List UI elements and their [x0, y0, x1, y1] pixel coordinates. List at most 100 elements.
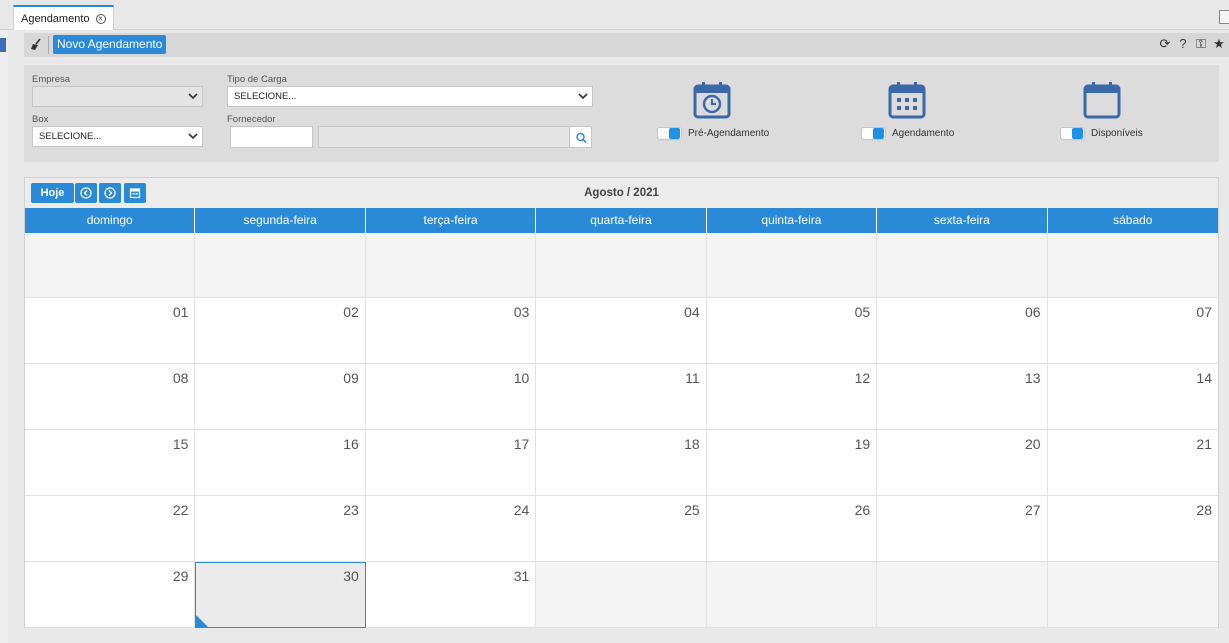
broom-icon[interactable] [30, 38, 42, 52]
calendar-header: Agosto / 2021 Hoje [25, 178, 1218, 208]
day-cell[interactable]: 23 [195, 496, 366, 562]
day-cell[interactable] [1047, 562, 1218, 628]
day-cell[interactable] [195, 233, 366, 298]
day-cell[interactable] [877, 562, 1048, 628]
disponiveis-toggle[interactable] [1060, 127, 1085, 140]
day-cell[interactable]: 21 [1047, 430, 1218, 496]
toolbar: Novo Agendamento ⟳ ? ⚿ ★ [24, 33, 1229, 57]
day-cell[interactable]: 29 [25, 562, 196, 628]
day-number: 20 [1024, 436, 1041, 452]
legend-label: Agendamento [892, 128, 955, 139]
day-number: 14 [1196, 370, 1212, 386]
day-cell[interactable]: 25 [536, 496, 707, 562]
calendar-picker-button[interactable] [124, 183, 146, 203]
day-number: 11 [685, 370, 700, 386]
side-menu-marker[interactable] [0, 38, 6, 52]
day-number: 26 [854, 502, 871, 518]
day-cell[interactable] [25, 233, 196, 298]
day-cell[interactable]: 15 [25, 430, 196, 496]
day-cell[interactable]: 11 [536, 364, 707, 430]
day-cell[interactable]: 17 [365, 430, 537, 496]
day-number: 03 [513, 304, 530, 320]
weekday-label: domingo [25, 208, 196, 233]
day-number: 21 [1196, 436, 1212, 452]
next-month-button[interactable] [99, 183, 121, 203]
day-cell[interactable]: 04 [536, 298, 707, 364]
day-number: 18 [684, 436, 700, 452]
day-cell[interactable]: 16 [195, 430, 366, 496]
day-number: 17 [513, 436, 530, 452]
day-cell[interactable]: 27 [877, 496, 1048, 562]
day-cell[interactable] [536, 562, 707, 628]
tab-agendamento[interactable]: Agendamento × [13, 5, 114, 30]
day-cell[interactable] [1047, 233, 1218, 298]
day-number: 19 [854, 436, 871, 452]
day-cell[interactable]: 22 [25, 496, 196, 562]
toolbar-actions: ⟳ ? ⚿ ★ [1159, 37, 1225, 51]
chevron-right-icon [104, 187, 116, 199]
tipo-carga-value: SELECIONE... [234, 91, 297, 102]
day-cell[interactable] [365, 233, 537, 298]
day-cell[interactable] [536, 233, 707, 298]
agendamento-toggle[interactable] [861, 127, 886, 140]
day-cell[interactable]: 01 [25, 298, 196, 364]
tipo-carga-select[interactable]: SELECIONE... [227, 86, 593, 107]
weekday-label: sexta-feira [877, 208, 1048, 233]
star-icon[interactable]: ★ [1213, 37, 1225, 51]
pre-agendamento-toggle[interactable] [657, 127, 682, 140]
empresa-select[interactable] [32, 86, 203, 107]
day-cell[interactable]: 10 [365, 364, 537, 430]
day-cell[interactable]: 09 [195, 364, 366, 430]
fornecedor-code-input[interactable] [230, 126, 313, 148]
fornecedor-label: Fornecedor [227, 114, 276, 125]
tab-menu-icon[interactable] [1219, 10, 1229, 24]
day-cell[interactable]: 26 [706, 496, 878, 562]
chevron-down-icon [188, 93, 198, 100]
day-cell[interactable]: 07 [1047, 298, 1218, 364]
day-number: 10 [513, 370, 530, 386]
weekday-label: quinta-feira [707, 208, 878, 233]
day-cell[interactable]: 30 [195, 562, 366, 628]
legend-disponiveis[interactable]: Disponíveis [1060, 127, 1143, 140]
day-number: 05 [854, 304, 871, 320]
calendar-title: Agosto / 2021 [584, 187, 659, 199]
day-number: 07 [1196, 304, 1212, 320]
lock-icon[interactable]: ⚿ [1195, 37, 1207, 51]
day-cell[interactable]: 06 [877, 298, 1048, 364]
day-cell[interactable]: 03 [365, 298, 537, 364]
day-cell[interactable]: 28 [1047, 496, 1218, 562]
today-button[interactable]: Hoje [31, 183, 74, 203]
day-cell[interactable]: 13 [877, 364, 1048, 430]
day-cell[interactable]: 14 [1047, 364, 1218, 430]
legend-agendamento[interactable]: Agendamento [861, 127, 954, 140]
day-number: 22 [172, 502, 189, 518]
day-number: 01 [172, 304, 189, 320]
empresa-label: Empresa [32, 74, 71, 85]
day-cell[interactable] [877, 233, 1048, 298]
help-icon[interactable]: ? [1177, 37, 1189, 51]
legend-label: Pré-Agendamento [688, 128, 770, 139]
day-cell[interactable]: 02 [195, 298, 366, 364]
day-cell[interactable] [706, 233, 878, 298]
day-number: 25 [684, 502, 700, 518]
day-number: 09 [343, 370, 359, 386]
day-cell[interactable]: 20 [877, 430, 1048, 496]
day-cell[interactable]: 24 [365, 496, 537, 562]
calendar: Agosto / 2021 Hoje domingo segunda-feira… [24, 177, 1219, 628]
legend-pre-agendamento[interactable]: Pré-Agendamento [657, 127, 769, 140]
new-appointment-button[interactable]: Novo Agendamento [53, 35, 167, 54]
close-tab-icon[interactable]: × [95, 13, 106, 24]
prev-month-button[interactable] [75, 183, 97, 203]
search-fornecedor-button[interactable] [569, 126, 592, 148]
day-number: 02 [343, 304, 359, 320]
day-cell[interactable]: 12 [706, 364, 878, 430]
day-cell[interactable] [706, 562, 878, 628]
day-cell[interactable]: 31 [365, 562, 537, 628]
day-cell[interactable]: 19 [706, 430, 878, 496]
day-cell[interactable]: 08 [25, 364, 196, 430]
box-select[interactable]: SELECIONE... [32, 126, 203, 147]
day-cell[interactable]: 18 [536, 430, 707, 496]
day-cell[interactable]: 05 [706, 298, 878, 364]
calendar-grid-icon [888, 82, 926, 119]
refresh-icon[interactable]: ⟳ [1159, 37, 1171, 51]
